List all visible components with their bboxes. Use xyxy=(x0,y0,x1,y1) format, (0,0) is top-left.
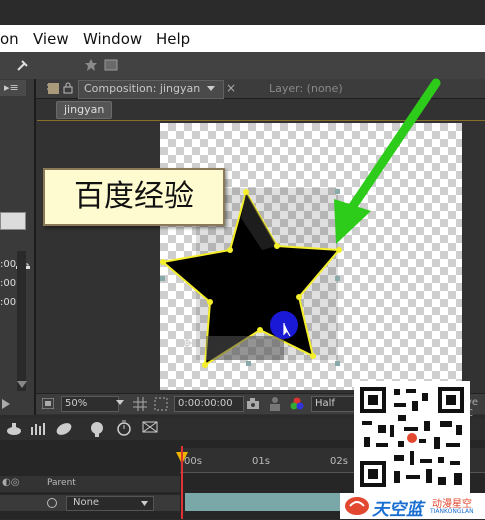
person-icon[interactable] xyxy=(269,397,281,411)
mask-icon[interactable] xyxy=(154,397,168,411)
qr-code-pattern xyxy=(360,387,464,487)
ruler-tick-2: 02s xyxy=(330,456,348,467)
parent-header: Parent xyxy=(47,478,76,488)
graph-editor-icon[interactable] xyxy=(88,420,106,438)
grid-icon[interactable] xyxy=(133,397,147,411)
timecode-display[interactable]: 0:00:00:00 xyxy=(174,396,244,412)
draft-3d-icon[interactable] xyxy=(30,421,46,437)
qr-code xyxy=(354,381,470,493)
channels-icon[interactable] xyxy=(290,397,304,411)
brand-logo: 天空蓝 动漫星空 TIANKONGLAN xyxy=(340,493,485,520)
zoom-chevron-icon[interactable] xyxy=(116,400,124,406)
star-band xyxy=(206,336,284,360)
parent-select[interactable]: None xyxy=(66,496,154,511)
camera-icon[interactable] xyxy=(246,397,260,410)
brand-sub: TIANKONGLAN xyxy=(430,508,474,515)
render-icon[interactable] xyxy=(142,421,160,435)
layer-row[interactable]: None xyxy=(0,495,180,511)
layer-header-row: ◐◎ Parent xyxy=(0,476,180,492)
snapshot-icon[interactable] xyxy=(42,398,54,409)
brand-emblem-icon xyxy=(345,497,369,515)
caption-text: 百度经验 xyxy=(74,179,194,214)
motion-blur-icon[interactable] xyxy=(55,421,73,437)
ruler-tick-1: 01s xyxy=(252,456,270,467)
comp-flowchart-icon[interactable] xyxy=(6,422,22,436)
brand-name: 天空蓝 xyxy=(372,500,423,520)
zoom-select[interactable]: 50% xyxy=(61,396,119,412)
arrow-annotation xyxy=(334,78,441,244)
stopwatch-icon[interactable] xyxy=(116,420,132,436)
pickwhip-icon[interactable] xyxy=(46,497,58,509)
anchor-point-icon xyxy=(180,336,194,350)
caption-box: 百度经验 xyxy=(43,168,225,226)
parent-chevron-icon[interactable] xyxy=(141,501,148,506)
parent-select-value: None xyxy=(73,497,100,508)
column-switches-icon[interactable]: ◐◎ xyxy=(2,477,19,488)
